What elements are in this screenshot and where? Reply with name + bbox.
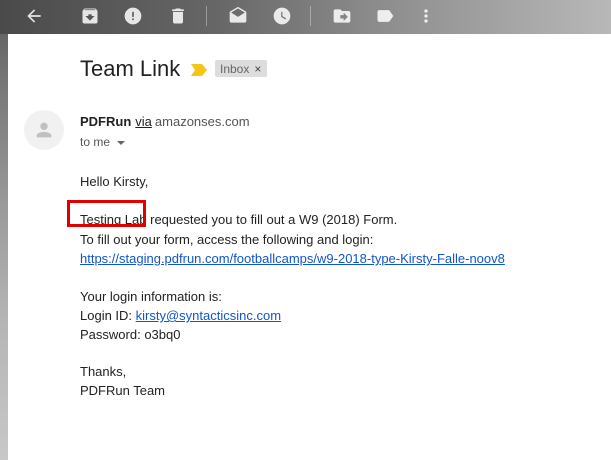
sender-domain: amazonses.com <box>154 114 250 129</box>
login-id-line: Login ID: kirsty@syntacticsinc.com <box>80 308 281 323</box>
move-to-icon[interactable] <box>329 3 355 29</box>
greeting: Hello Kirsty, <box>80 174 149 189</box>
form-link[interactable]: https://staging.pdfrun.com/footballcamps… <box>80 251 505 266</box>
closing: Thanks, <box>80 364 127 379</box>
email-view: Team Link Inbox × PDFRun via amazonses.com… <box>8 34 611 460</box>
caret-down-icon[interactable] <box>117 140 126 145</box>
sender-line: PDFRun via amazonses.com <box>80 114 250 129</box>
form-link-line: https://staging.pdfrun.com/footballcamps… <box>80 251 505 266</box>
importance-marker-icon[interactable] <box>191 64 207 76</box>
login-id-email-link[interactable]: kirsty@syntacticsinc.com <box>136 308 281 323</box>
mark-unread-icon[interactable] <box>225 3 251 29</box>
sender-via-link[interactable]: via <box>135 114 152 129</box>
sender-name[interactable]: PDFRun <box>80 114 131 129</box>
highlight-annotation-box <box>67 200 146 227</box>
report-spam-icon[interactable] <box>120 3 146 29</box>
back-arrow-icon[interactable] <box>21 3 47 29</box>
recipient-details-toggle[interactable]: to me <box>80 135 126 149</box>
delete-icon[interactable] <box>165 3 191 29</box>
person-icon <box>36 122 52 138</box>
instruction-line: To fill out your form, access the follow… <box>80 232 374 247</box>
login-heading: Your login information is: <box>80 289 222 304</box>
archive-icon[interactable] <box>77 3 103 29</box>
recipient-label: to me <box>80 135 111 149</box>
request-text: requested you to fill out a W9 (2018) Fo… <box>146 212 398 227</box>
email-subject: Team Link <box>80 56 181 81</box>
password-label: Password: <box>80 327 145 342</box>
more-vert-icon[interactable] <box>413 3 439 29</box>
inbox-label-badge: Inbox × <box>215 60 268 77</box>
email-toolbar <box>0 0 611 34</box>
inbox-label-text: Inbox <box>220 61 250 76</box>
sender-avatar <box>24 110 64 150</box>
snooze-icon[interactable] <box>269 3 295 29</box>
login-id-label: Login ID: <box>80 308 136 323</box>
password-value: o3bq0 <box>144 327 181 342</box>
remove-label-icon[interactable]: × <box>254 62 261 76</box>
signature: PDFRun Team <box>80 383 166 398</box>
label-icon[interactable] <box>372 3 398 29</box>
password-line: Password: o3bq0 <box>80 327 180 342</box>
